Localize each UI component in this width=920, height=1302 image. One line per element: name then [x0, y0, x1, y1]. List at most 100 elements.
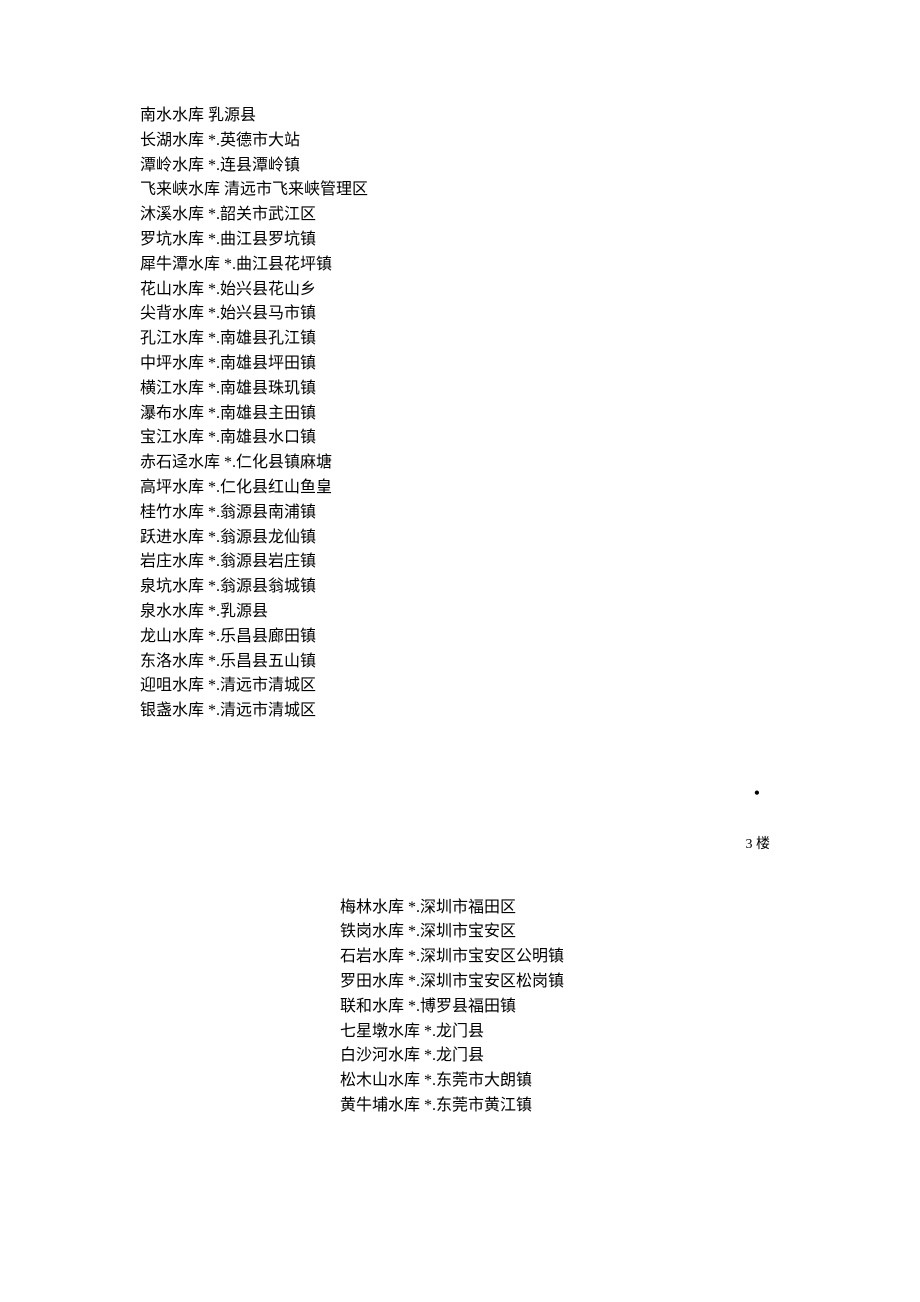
list-item: 孔江水库 *.南雄县孔江镇: [140, 327, 780, 352]
reservoir-name: 迎咀水库: [140, 677, 204, 694]
reservoir-location: *.乳源县: [208, 603, 268, 620]
reservoir-location: *.深圳市宝安区公明镇: [408, 948, 564, 965]
list-item: 中坪水库 *.南雄县坪田镇: [140, 352, 780, 377]
reservoir-location: *.乐昌县五山镇: [208, 653, 316, 670]
reservoir-location: *.仁化县镇麻塘: [224, 454, 332, 471]
reservoir-name: 沐溪水库: [140, 206, 204, 223]
list-item: 银盏水库 *.清远市清城区: [140, 699, 780, 724]
reservoir-location: *.南雄县主田镇: [208, 405, 316, 422]
reservoir-name: 松木山水库: [340, 1072, 420, 1089]
reservoir-location: *.南雄县坪田镇: [208, 355, 316, 372]
reservoir-name: 铁岗水库: [340, 923, 404, 940]
list-item: 迎咀水库 *.清远市清城区: [140, 674, 780, 699]
list-item: 花山水库 *.始兴县花山乡: [140, 278, 780, 303]
bullet-icon: •: [140, 784, 780, 802]
list-item: 潭岭水库 *.连县潭岭镇: [140, 154, 780, 179]
list-item: 高坪水库 *.仁化县红山鱼皇: [140, 476, 780, 501]
reservoir-name: 东洛水库: [140, 653, 204, 670]
reservoir-name: 中坪水库: [140, 355, 204, 372]
list-item: 松木山水库 *.东莞市大朗镇: [340, 1069, 780, 1094]
list-item: 七星墩水库 *.龙门县: [340, 1020, 780, 1045]
reservoir-name: 罗坑水库: [140, 231, 204, 248]
reservoir-name: 黄牛埔水库: [340, 1097, 420, 1114]
reservoir-name: 石岩水库: [340, 948, 404, 965]
reservoir-name: 南水水库: [140, 107, 204, 124]
reservoir-location: *.乐昌县廊田镇: [208, 628, 316, 645]
list-item: 瀑布水库 *.南雄县主田镇: [140, 402, 780, 427]
post-meta: • 3 楼: [140, 784, 780, 856]
list-item: 石岩水库 *.深圳市宝安区公明镇: [340, 945, 780, 970]
document-page: 南水水库 乳源县长湖水库 *.英德市大站潭岭水库 *.连县潭岭镇飞来峡水库 清远…: [0, 0, 920, 1179]
reservoir-name: 罗田水库: [340, 973, 404, 990]
reservoir-name: 孔江水库: [140, 330, 204, 347]
reservoir-location: *.连县潭岭镇: [208, 157, 300, 174]
list-item: 长湖水库 *.英德市大站: [140, 129, 780, 154]
reservoir-location: *.南雄县孔江镇: [208, 330, 316, 347]
reservoir-location: *.翁源县龙仙镇: [208, 529, 316, 546]
reservoir-name: 犀牛潭水库: [140, 256, 220, 273]
list-item: 罗田水库 *.深圳市宝安区松岗镇: [340, 970, 780, 995]
list-item: 赤石迳水库 *.仁化县镇麻塘: [140, 451, 780, 476]
reservoir-location: *.韶关市武江区: [208, 206, 316, 223]
reservoir-location: *.曲江县花坪镇: [224, 256, 332, 273]
reservoir-name: 七星墩水库: [340, 1023, 420, 1040]
reservoir-name: 花山水库: [140, 281, 204, 298]
reservoir-location: *.深圳市福田区: [408, 899, 516, 916]
reservoir-list-2: 梅林水库 *.深圳市福田区铁岗水库 *.深圳市宝安区石岩水库 *.深圳市宝安区公…: [140, 896, 780, 1119]
list-item: 犀牛潭水库 *.曲江县花坪镇: [140, 253, 780, 278]
reservoir-name: 桂竹水库: [140, 504, 204, 521]
list-item: 桂竹水库 *.翁源县南浦镇: [140, 501, 780, 526]
reservoir-name: 银盏水库: [140, 702, 204, 719]
reservoir-name: 长湖水库: [140, 132, 204, 149]
reservoir-name: 岩庄水库: [140, 553, 204, 570]
reservoir-location: *.东莞市大朗镇: [424, 1072, 532, 1089]
list-item: 横江水库 *.南雄县珠玑镇: [140, 377, 780, 402]
reservoir-location: *.仁化县红山鱼皇: [208, 479, 332, 496]
reservoir-location: 乳源县: [208, 107, 256, 124]
list-item: 东洛水库 *.乐昌县五山镇: [140, 650, 780, 675]
reservoir-location: *.始兴县马市镇: [208, 305, 316, 322]
reservoir-location: *.深圳市宝安区: [408, 923, 516, 940]
reservoir-name: 宝江水库: [140, 429, 204, 446]
reservoir-location: *.清远市清城区: [208, 702, 316, 719]
reservoir-name: 飞来峡水库: [140, 181, 220, 198]
list-item: 跃进水库 *.翁源县龙仙镇: [140, 526, 780, 551]
reservoir-name: 跃进水库: [140, 529, 204, 546]
list-item: 泉水水库 *.乳源县: [140, 600, 780, 625]
reservoir-name: 潭岭水库: [140, 157, 204, 174]
reservoir-name: 龙山水库: [140, 628, 204, 645]
reservoir-name: 尖背水库: [140, 305, 204, 322]
reservoir-location: *.龙门县: [424, 1047, 484, 1064]
reservoir-name: 横江水库: [140, 380, 204, 397]
list-item: 泉坑水库 *.翁源县翁城镇: [140, 575, 780, 600]
list-item: 罗坑水库 *.曲江县罗坑镇: [140, 228, 780, 253]
list-item: 梅林水库 *.深圳市福田区: [340, 896, 780, 921]
reservoir-location: *.南雄县水口镇: [208, 429, 316, 446]
reservoir-location: *.龙门县: [424, 1023, 484, 1040]
list-item: 南水水库 乳源县: [140, 104, 780, 129]
reservoir-name: 赤石迳水库: [140, 454, 220, 471]
reservoir-location: *.曲江县罗坑镇: [208, 231, 316, 248]
reservoir-name: 梅林水库: [340, 899, 404, 916]
reservoir-name: 白沙河水库: [340, 1047, 420, 1064]
list-item: 飞来峡水库 清远市飞来峡管理区: [140, 178, 780, 203]
reservoir-name: 泉水水库: [140, 603, 204, 620]
reservoir-location: *.南雄县珠玑镇: [208, 380, 316, 397]
list-item: 龙山水库 *.乐昌县廊田镇: [140, 625, 780, 650]
reservoir-name: 高坪水库: [140, 479, 204, 496]
list-item: 尖背水库 *.始兴县马市镇: [140, 302, 780, 327]
reservoir-name: 联和水库: [340, 998, 404, 1015]
list-item: 岩庄水库 *.翁源县岩庄镇: [140, 550, 780, 575]
reservoir-name: 泉坑水库: [140, 578, 204, 595]
reservoir-list-1: 南水水库 乳源县长湖水库 *.英德市大站潭岭水库 *.连县潭岭镇飞来峡水库 清远…: [140, 104, 780, 724]
reservoir-location: *.博罗县福田镇: [408, 998, 516, 1015]
list-item: 联和水库 *.博罗县福田镇: [340, 995, 780, 1020]
reservoir-location: *.翁源县岩庄镇: [208, 553, 316, 570]
reservoir-name: 瀑布水库: [140, 405, 204, 422]
reservoir-location: *.东莞市黄江镇: [424, 1097, 532, 1114]
list-item: 铁岗水库 *.深圳市宝安区: [340, 920, 780, 945]
list-item: 黄牛埔水库 *.东莞市黄江镇: [340, 1094, 780, 1119]
reservoir-location: *.翁源县翁城镇: [208, 578, 316, 595]
reservoir-location: *.清远市清城区: [208, 677, 316, 694]
list-item: 宝江水库 *.南雄县水口镇: [140, 426, 780, 451]
